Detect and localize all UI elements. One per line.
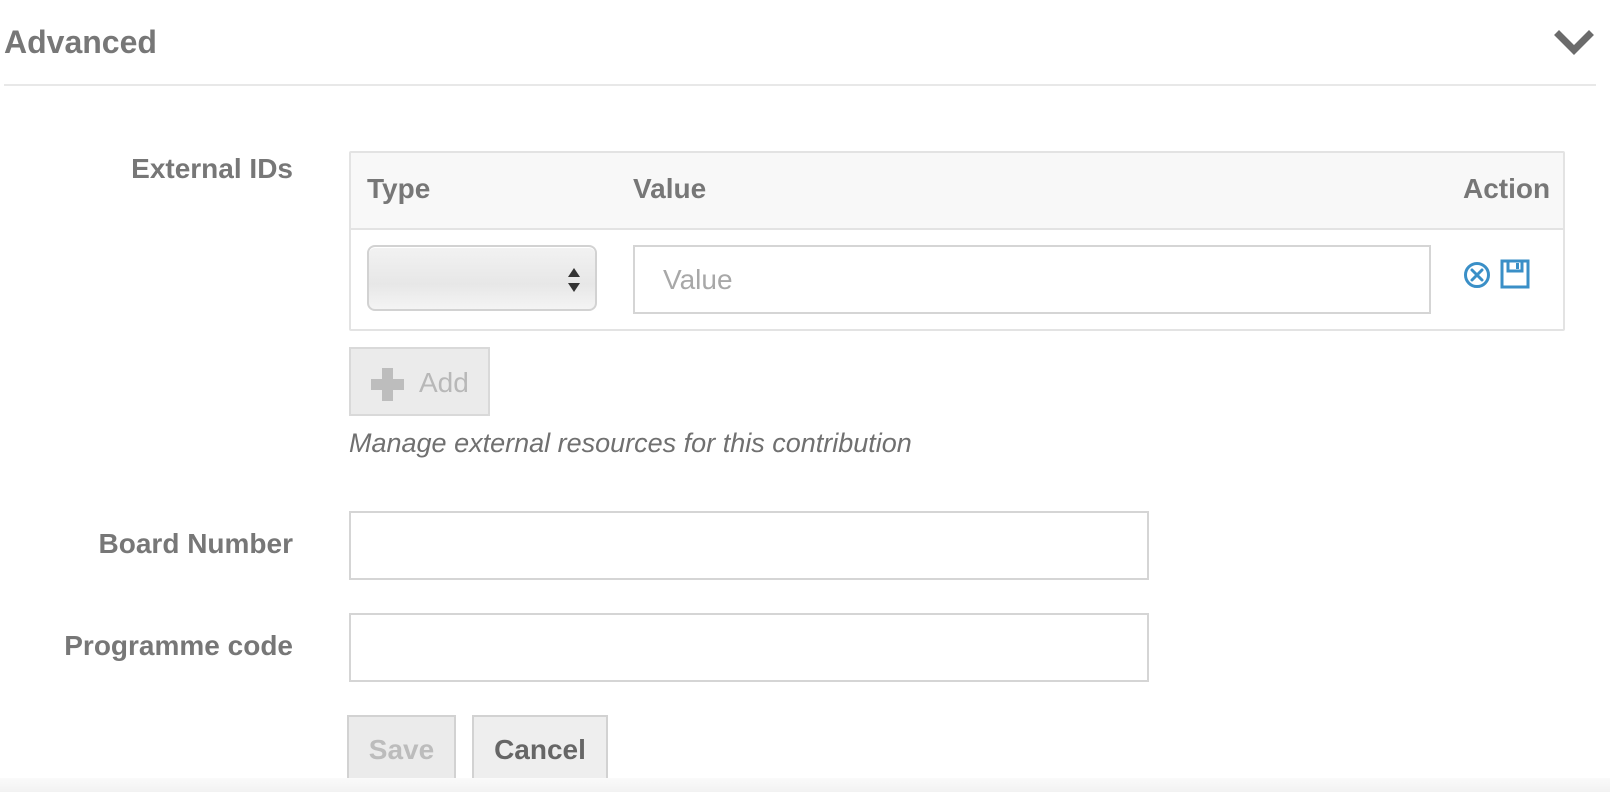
chevron-down-icon[interactable] [1554, 26, 1594, 60]
add-button-label: Add [419, 367, 469, 398]
value-input[interactable] [633, 245, 1431, 314]
external-ids-label: External IDs [131, 153, 293, 184]
type-select[interactable] [367, 245, 597, 311]
save-row-icon[interactable] [1500, 259, 1530, 289]
column-header-type: Type [367, 173, 431, 204]
plus-icon [371, 368, 404, 401]
external-ids-table: Type Value Action [349, 151, 1565, 331]
section-title: Advanced [4, 24, 157, 60]
bottom-shade [0, 778, 1610, 792]
remove-icon[interactable] [1463, 261, 1491, 289]
board-number-label: Board Number [98, 528, 293, 559]
column-header-action: Action [1463, 173, 1551, 204]
advanced-form: Advanced External IDs Type Value Action [0, 0, 1610, 792]
board-number-input[interactable] [349, 511, 1149, 580]
cancel-button[interactable]: Cancel [472, 715, 608, 785]
programme-code-input[interactable] [349, 613, 1149, 682]
table-header: Type Value Action [351, 153, 1563, 230]
external-ids-help-text: Manage external resources for this contr… [349, 428, 912, 458]
section-header[interactable]: Advanced [4, 0, 1596, 86]
add-external-id-button[interactable]: Add [349, 347, 490, 416]
save-button[interactable]: Save [347, 715, 456, 785]
column-header-value: Value [633, 173, 707, 204]
select-arrows-icon [568, 268, 580, 292]
programme-code-label: Programme code [64, 630, 293, 661]
